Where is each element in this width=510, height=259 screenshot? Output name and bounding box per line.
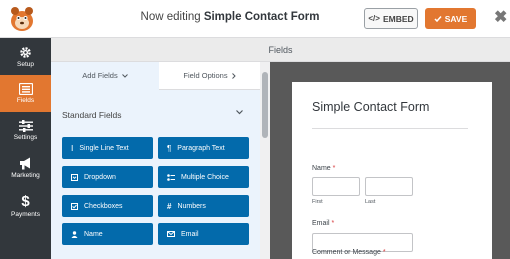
add-paragraph-text-button[interactable]: ¶ Paragraph Text (158, 137, 249, 159)
form-preview-area: Simple Contact Form Name * First Last Em… (270, 62, 510, 259)
standard-fields-heading[interactable]: Standard Fields (62, 110, 122, 120)
last-sublabel: Last (365, 199, 376, 205)
close-icon[interactable]: ✖ (494, 9, 507, 27)
required-marker: * (331, 220, 335, 227)
last-name-input[interactable] (365, 177, 413, 196)
sidebar-item-label: Settings (13, 134, 38, 141)
megaphone-icon (19, 157, 30, 169)
field-button-label: Paragraph Text (177, 144, 225, 152)
hash-icon: # (167, 201, 172, 211)
sidebar-item-label: Setup (17, 60, 34, 68)
scrollbar-thumb[interactable] (262, 72, 268, 138)
divider (312, 128, 468, 129)
first-name-input[interactable] (312, 177, 360, 196)
check-icon (434, 15, 442, 22)
required-marker: * (332, 165, 336, 172)
text-cursor-icon: Ⅰ (71, 143, 74, 153)
sidebar-item-label: Payments (11, 211, 40, 218)
sliders-icon (18, 120, 33, 132)
chevron-down-icon[interactable] (236, 110, 243, 115)
sidebar-item-marketing[interactable]: Marketing (0, 149, 51, 186)
sidebar-item-payments[interactable]: $ Payments (0, 186, 51, 226)
dropdown-icon (71, 173, 78, 181)
label-text: Email (312, 220, 330, 227)
add-multiple-choice-button[interactable]: Multiple Choice (158, 166, 249, 188)
fields-section-header: Fields (51, 38, 510, 62)
tab-add-fields[interactable]: Add Fields (51, 62, 159, 90)
paragraph-icon: ¶ (167, 143, 172, 153)
save-button-label: SAVE (444, 13, 468, 24)
dollar-icon: $ (21, 193, 30, 210)
add-name-button[interactable]: Name (62, 223, 153, 245)
fields-panel: Add Fields Field Options Standard Fields… (51, 62, 260, 259)
name-field-label[interactable]: Name * (312, 165, 335, 172)
save-button[interactable]: SAVE (425, 8, 476, 29)
field-button-label: Numbers (177, 202, 206, 210)
message-field-label[interactable]: Comment or Message * (312, 249, 386, 256)
sidebar-item-fields[interactable]: Fields (0, 75, 51, 112)
panel-tabs: Add Fields Field Options (51, 62, 260, 90)
sidebar-item-setup[interactable]: Setup (0, 38, 51, 75)
form-name: Simple Contact Form (203, 11, 320, 23)
form-preview-card: Simple Contact Form Name * First Last Em… (292, 82, 492, 259)
fields-list-icon (18, 83, 33, 95)
sidebar-item-label: Fields (16, 97, 35, 104)
chevron-down-icon (121, 73, 128, 78)
field-button-label: Multiple Choice (181, 173, 229, 181)
field-button-label: Checkboxes (84, 202, 123, 210)
tab-label: Field Options (183, 71, 228, 80)
checkbox-icon (71, 202, 78, 210)
sidebar-item-settings[interactable]: Settings (0, 112, 51, 149)
email-field-label[interactable]: Email * (312, 220, 334, 227)
first-sublabel: First (312, 199, 323, 205)
label-text: Name (312, 165, 331, 172)
title-prefix: Now editing (140, 11, 201, 23)
envelope-icon (167, 231, 175, 237)
sidebar-item-label: Marketing (11, 171, 40, 179)
form-title[interactable]: Simple Contact Form (312, 100, 429, 114)
add-checkboxes-button[interactable]: Checkboxes (62, 195, 153, 217)
radio-list-icon (167, 173, 175, 181)
code-icon: </> (368, 14, 380, 23)
top-bar: Now editing Simple Contact Form </> EMBE… (0, 0, 510, 38)
embed-button-label: EMBED (382, 13, 414, 24)
field-button-label: Single Line Text (79, 144, 129, 152)
add-email-button[interactable]: Email (158, 223, 249, 245)
embed-button[interactable]: </> EMBED (364, 8, 418, 29)
field-button-label: Name (84, 230, 103, 238)
field-button-label: Email (181, 230, 199, 238)
tab-field-options[interactable]: Field Options (159, 62, 260, 90)
add-dropdown-button[interactable]: Dropdown (62, 166, 153, 188)
user-icon (71, 230, 78, 238)
required-marker: * (382, 249, 386, 256)
tab-label: Add Fields (82, 71, 118, 80)
chevron-right-icon (231, 72, 236, 79)
add-numbers-button[interactable]: # Numbers (158, 195, 249, 217)
field-button-label: Dropdown (84, 173, 116, 181)
panel-scrollbar[interactable] (260, 62, 270, 259)
add-single-line-text-button[interactable]: Ⅰ Single Line Text (62, 137, 153, 159)
gear-icon (20, 46, 31, 58)
label-text: Comment or Message (312, 249, 381, 256)
builder-sidebar: Setup Fields Settings Marketing $ Paymen… (0, 38, 51, 259)
